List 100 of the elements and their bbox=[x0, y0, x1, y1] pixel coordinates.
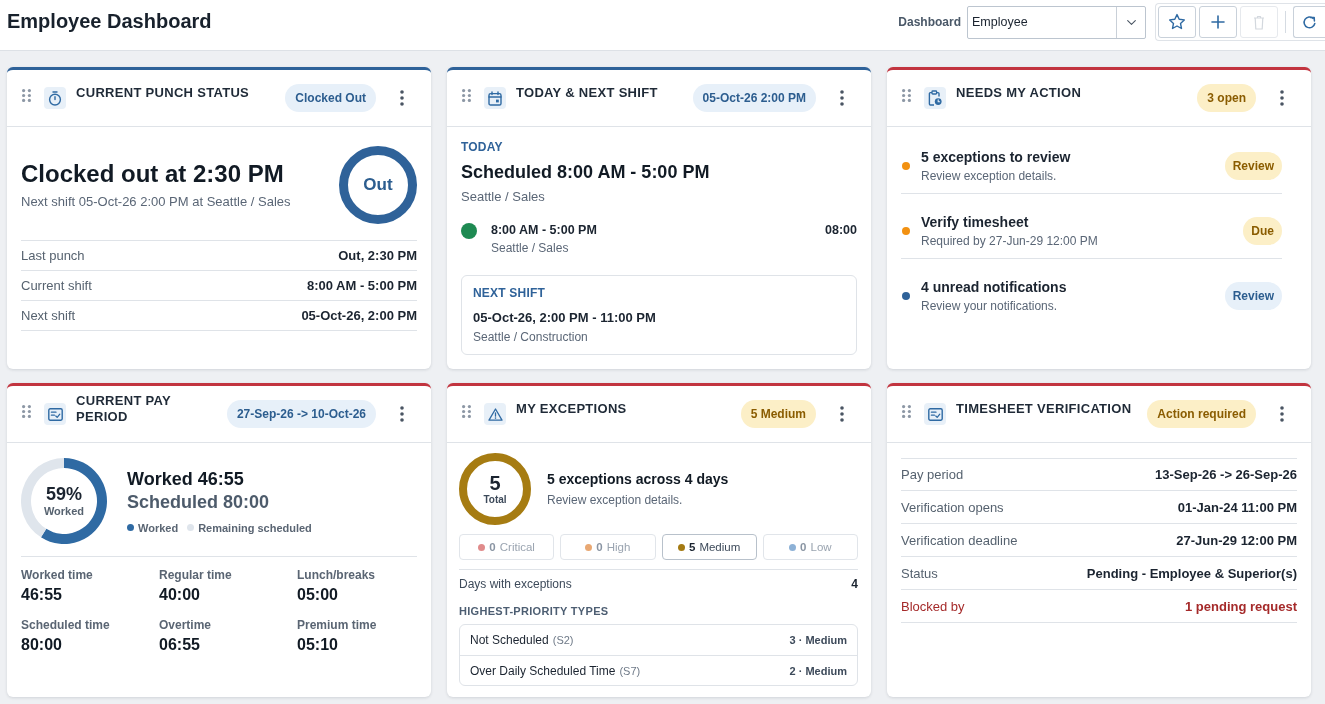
punch-headline: Clocked out at 2:30 PM bbox=[21, 160, 285, 188]
shift-headline: Scheduled 8:00 AM - 5:00 PM bbox=[461, 161, 711, 183]
status-badge: Action required bbox=[1147, 400, 1256, 428]
card-title: CURRENT PUNCH STATUS bbox=[76, 85, 251, 101]
type-name: Over Daily Scheduled Time bbox=[470, 663, 616, 678]
status-badge: 27-Sep-26 -> 10-Oct-26 bbox=[226, 400, 376, 428]
trash-icon bbox=[1253, 14, 1265, 30]
kebab-icon bbox=[1280, 406, 1284, 422]
severity-filter[interactable]: 5 Medium bbox=[661, 534, 757, 560]
severity-filter[interactable]: 0 Critical bbox=[459, 534, 555, 560]
action-button[interactable]: Review bbox=[1224, 282, 1282, 310]
section-label: TODAY bbox=[461, 139, 504, 155]
checklist-icon bbox=[44, 403, 66, 425]
drag-handle-icon[interactable] bbox=[462, 405, 471, 418]
detail-value: Pending - Employee & Superior(s) bbox=[1086, 565, 1297, 581]
status-badge: 3 open bbox=[1197, 84, 1256, 112]
detail-label: Last punch bbox=[21, 248, 85, 263]
stat-label: Overtime bbox=[159, 617, 212, 633]
type-count: 2 · Medium bbox=[789, 664, 847, 677]
card-title: TIMESHEET VERIFICATION bbox=[956, 401, 1133, 417]
refresh-button[interactable] bbox=[1293, 6, 1325, 38]
detail-label: Blocked by bbox=[901, 598, 965, 614]
detail-value: 27-Jun-29 12:00 PM bbox=[1176, 532, 1297, 548]
refresh-icon bbox=[1302, 14, 1317, 30]
stat-label: Scheduled time bbox=[21, 617, 110, 633]
stat-value: 40:00 bbox=[159, 585, 201, 605]
action-detail: Review your notifications. bbox=[921, 298, 1059, 314]
kebab-icon bbox=[1280, 90, 1284, 106]
days-value: 4 bbox=[851, 577, 858, 591]
shift-location: Seattle / Sales bbox=[461, 188, 546, 206]
action-detail: Required by 27-Jun-29 12:00 PM bbox=[921, 233, 1099, 249]
warning-icon bbox=[484, 403, 506, 425]
kebab-icon bbox=[840, 406, 844, 422]
severity-filter[interactable]: 0 Low bbox=[762, 534, 858, 560]
star-icon bbox=[1168, 13, 1186, 31]
total-caption: Total bbox=[483, 494, 507, 506]
legend-dot-icon bbox=[127, 524, 134, 531]
detail-label: Status bbox=[901, 565, 938, 581]
kebab-icon bbox=[400, 406, 404, 422]
exceptions-headline: 5 exceptions across 4 days bbox=[547, 470, 729, 488]
checklist-icon bbox=[924, 403, 946, 425]
segment-location: Seattle / Sales bbox=[491, 240, 570, 256]
types-heading: HIGHEST-PRIORITY TYPES bbox=[459, 604, 610, 618]
kebab-icon bbox=[840, 90, 844, 106]
detail-value: 8:00 AM - 5:00 PM bbox=[306, 278, 417, 293]
legend-label: Remaining scheduled bbox=[198, 520, 312, 535]
plus-icon bbox=[1211, 15, 1225, 29]
card-title: NEEDS MY ACTION bbox=[956, 85, 1083, 101]
worked-total: Worked 46:55 bbox=[127, 467, 245, 490]
detail-label: Verification deadline bbox=[901, 532, 1018, 548]
drag-handle-icon[interactable] bbox=[902, 405, 911, 418]
action-button[interactable]: Review bbox=[1224, 152, 1282, 180]
detail-label: Pay period bbox=[901, 467, 964, 482]
drag-handle-icon[interactable] bbox=[22, 89, 31, 102]
stat-label: Regular time bbox=[159, 567, 232, 583]
detail-value: 1 pending request bbox=[1185, 598, 1297, 614]
stopwatch-icon bbox=[44, 87, 66, 109]
drag-handle-icon[interactable] bbox=[902, 89, 911, 102]
next-shift-location: Seattle / Construction bbox=[473, 329, 589, 345]
chevron-down-icon bbox=[1126, 19, 1136, 25]
stat-value: 80:00 bbox=[21, 635, 63, 655]
clipboard-clock-icon bbox=[924, 87, 946, 109]
legend-label: Worked bbox=[138, 520, 179, 535]
percent-caption: Worked bbox=[43, 505, 85, 518]
action-button[interactable]: Due bbox=[1243, 217, 1282, 245]
type-code: (S7) bbox=[619, 664, 641, 677]
detail-value: 13-Sep-26 -> 26-Sep-26 bbox=[1155, 467, 1297, 482]
drag-handle-icon[interactable] bbox=[22, 405, 31, 418]
kebab-icon bbox=[400, 90, 404, 106]
stat-label: Worked time bbox=[21, 567, 93, 583]
scheduled-total: Scheduled 80:00 bbox=[127, 490, 271, 513]
detail-value: 05-Oct-26, 2:00 PM bbox=[301, 308, 417, 323]
next-shift-time: 05-Oct-26, 2:00 PM - 11:00 PM bbox=[473, 309, 657, 327]
detail-value: 01-Jan-24 11:00 PM bbox=[1177, 499, 1297, 515]
segment-duration: 08:00 bbox=[825, 222, 857, 238]
card-title: TODAY & NEXT SHIFT bbox=[516, 85, 659, 101]
type-count: 3 · Medium bbox=[789, 634, 847, 646]
section-label: NEXT SHIFT bbox=[473, 285, 546, 301]
page-title: Employee Dashboard bbox=[7, 8, 212, 33]
add-button[interactable] bbox=[1199, 6, 1237, 38]
stat-label: Premium time bbox=[297, 617, 377, 633]
favorite-button[interactable] bbox=[1158, 6, 1196, 38]
calendar-icon bbox=[484, 87, 506, 109]
days-label: Days with exceptions bbox=[459, 577, 572, 591]
stat-value: 06:55 bbox=[159, 635, 201, 655]
dashboard-select[interactable]: Employee bbox=[967, 5, 1146, 39]
action-title: 5 exceptions to review bbox=[921, 148, 1072, 166]
stat-value: 05:10 bbox=[297, 635, 339, 655]
stat-value: 46:55 bbox=[21, 585, 63, 605]
status-badge: Clocked Out bbox=[285, 84, 376, 112]
detail-label: Verification opens bbox=[901, 499, 1004, 515]
stat-label: Lunch/breaks bbox=[297, 567, 376, 583]
type-name: Not Scheduled bbox=[470, 633, 549, 647]
action-title: 4 unread notifications bbox=[921, 278, 1068, 296]
severity-filter[interactable]: 0 High bbox=[560, 534, 656, 560]
type-code: (S2) bbox=[552, 634, 574, 646]
next-shift-note: Next shift 05-Oct-26 2:00 PM at Seattle / Sales bbox=[21, 194, 291, 210]
status-badge: 5 Medium bbox=[740, 400, 816, 428]
segment-time: 8:00 AM - 5:00 PM bbox=[491, 222, 598, 238]
drag-handle-icon[interactable] bbox=[462, 89, 471, 102]
